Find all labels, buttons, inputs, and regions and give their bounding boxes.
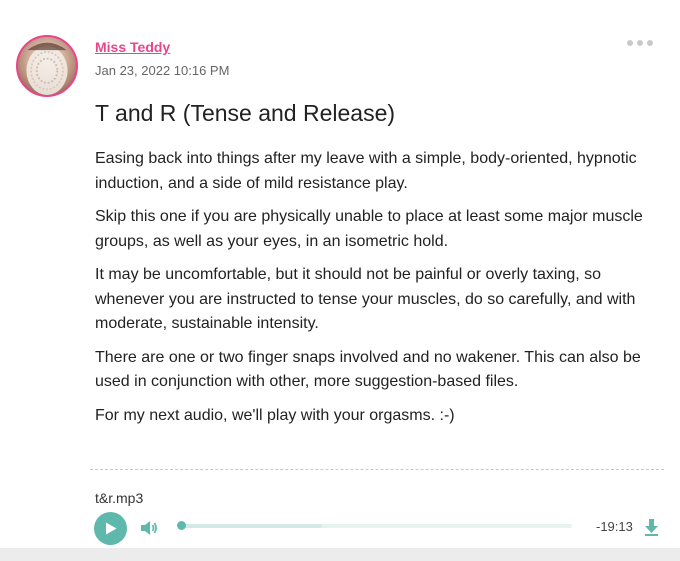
post-paragraph: For my next audio, we'll play with your … <box>95 406 455 424</box>
more-dot <box>637 40 643 46</box>
page-background <box>0 548 680 561</box>
more-dot <box>647 40 653 46</box>
avatar-image <box>26 42 68 95</box>
play-button[interactable] <box>94 512 127 545</box>
progress-knob[interactable] <box>177 521 186 530</box>
more-options-icon[interactable] <box>627 40 653 46</box>
download-icon[interactable] <box>644 518 659 536</box>
author-name-link[interactable]: Miss Teddy <box>95 39 170 55</box>
post-paragraph: Easing back into things after my leave w… <box>95 150 637 192</box>
volume-icon[interactable] <box>140 519 158 537</box>
divider <box>90 469 664 470</box>
post-paragraph: There are one or two finger snaps involv… <box>95 348 641 391</box>
more-dot <box>627 40 633 46</box>
progress-track[interactable] <box>182 524 572 528</box>
play-icon <box>105 522 116 535</box>
post-card: Miss Teddy Jan 23, 2022 10:16 PM T and R… <box>0 0 680 561</box>
post-date: Jan 23, 2022 10:16 PM <box>95 63 230 78</box>
audio-filename: t&r.mp3 <box>95 490 144 506</box>
post-paragraph: It may be uncomfortable, but it should n… <box>95 266 636 332</box>
post-paragraph: Skip this one if you are physically unab… <box>95 208 643 250</box>
avatar[interactable] <box>16 35 78 97</box>
time-remaining: -19:13 <box>596 519 633 534</box>
post-body: Easing back into things after my leave w… <box>95 147 665 437</box>
post-title: T and R (Tense and Release) <box>95 100 396 126</box>
buffer-bar <box>182 524 323 528</box>
